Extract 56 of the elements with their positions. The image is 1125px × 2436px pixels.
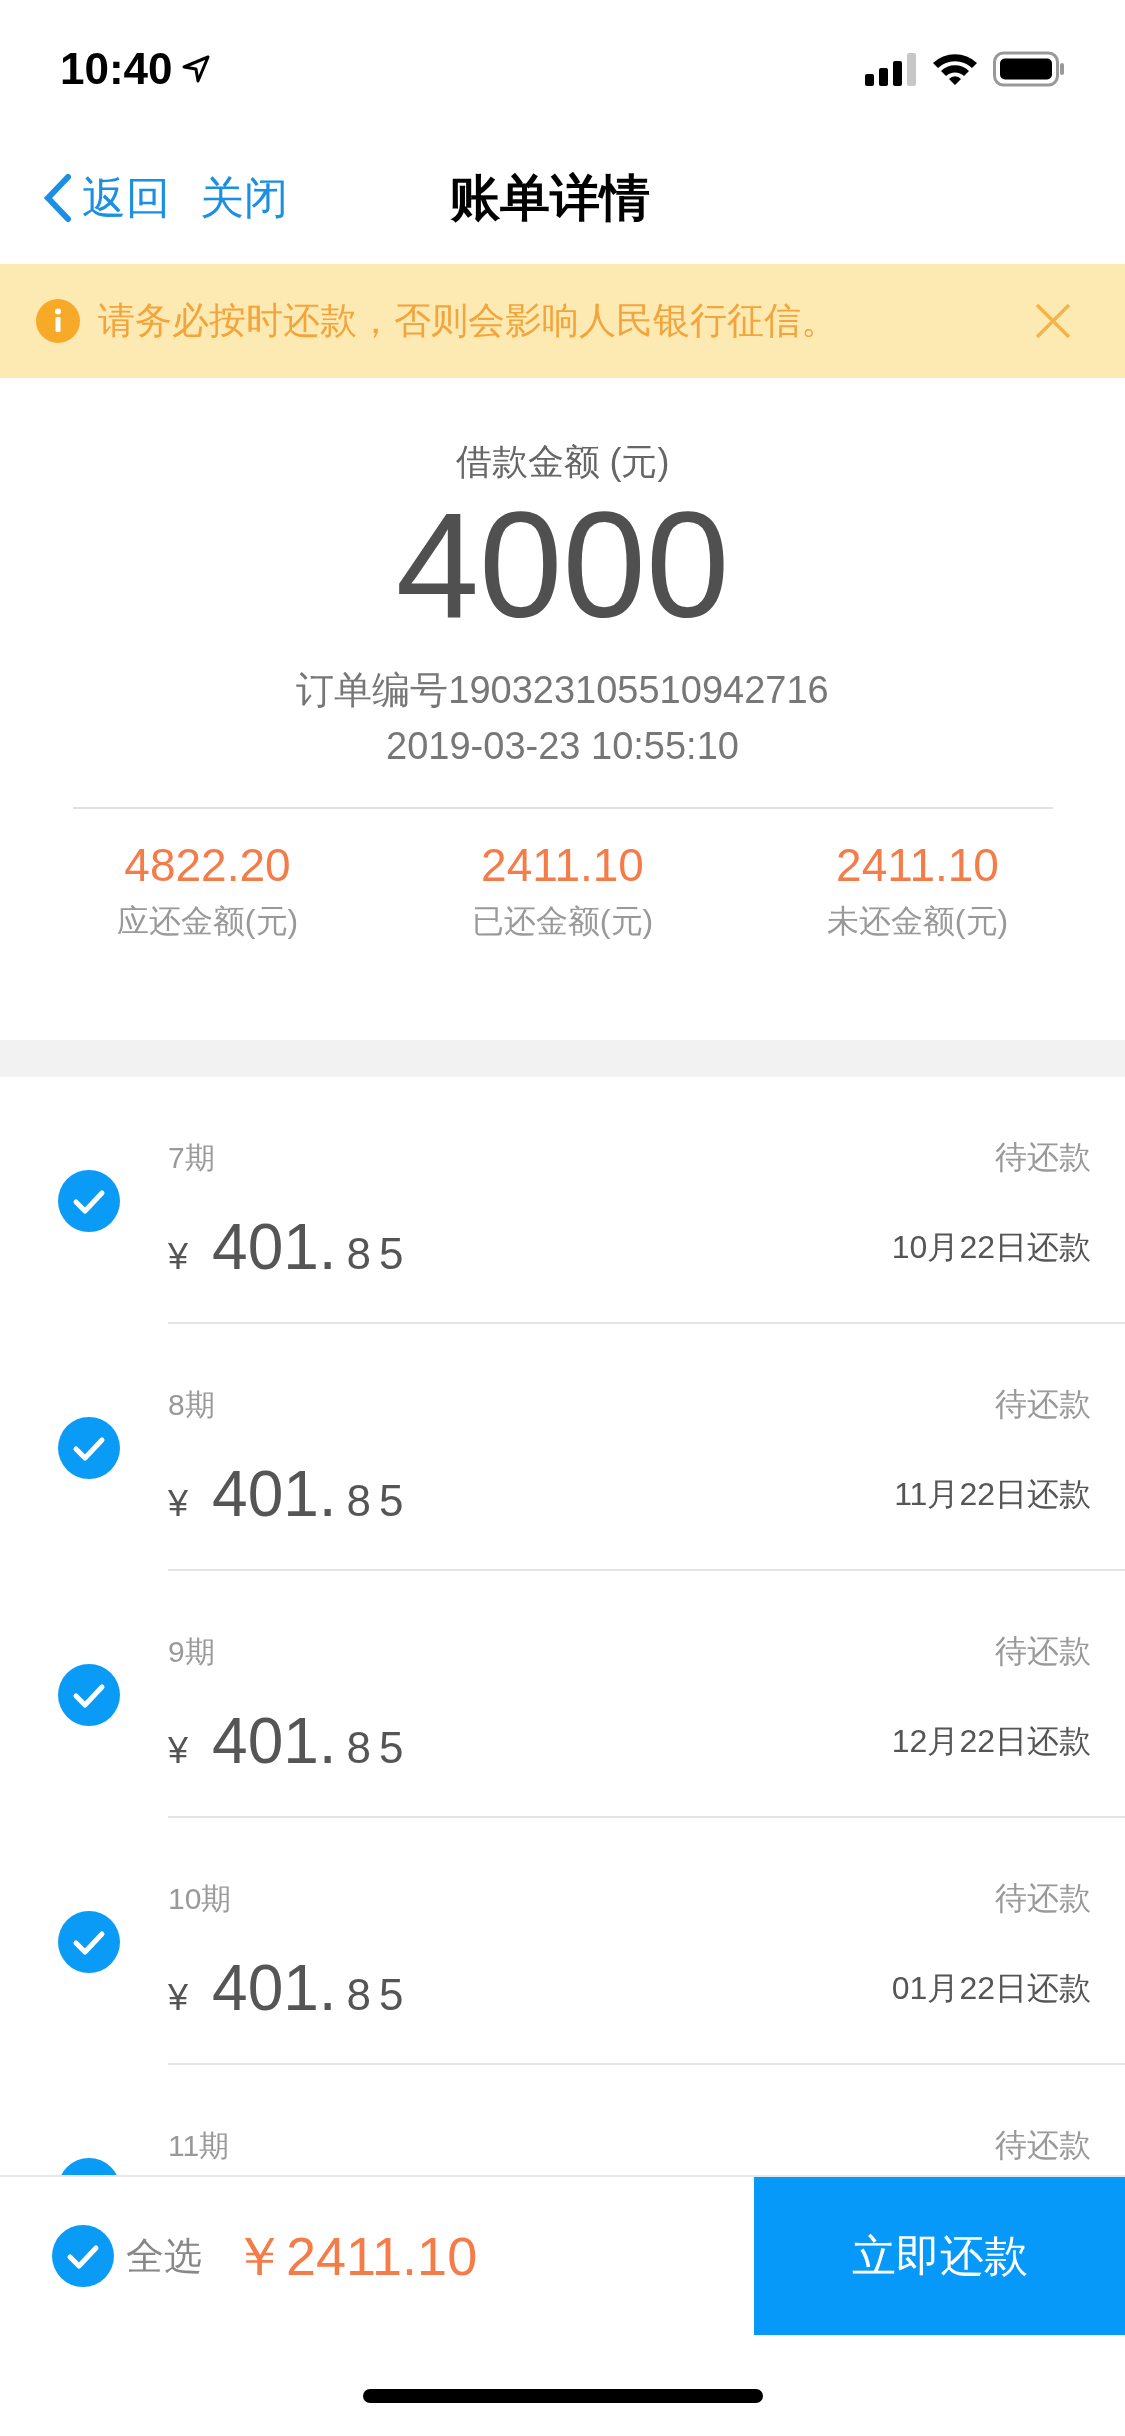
battery-icon	[993, 51, 1065, 87]
select-all-label: 全选	[126, 2233, 202, 2279]
period-label: 7期	[168, 1139, 215, 1176]
amount-decimal: 85	[346, 1969, 412, 2021]
checkbox[interactable]	[52, 2225, 114, 2287]
due-date: 12月22日还款	[891, 1722, 1091, 1761]
currency-symbol: ¥	[168, 1482, 189, 1526]
checkbox[interactable]	[58, 1416, 120, 1479]
stat-label: 已还金额(元)	[471, 902, 654, 941]
status-label: 待还款	[995, 1632, 1091, 1671]
location-arrow-icon	[180, 54, 211, 84]
close-icon[interactable]	[1033, 301, 1073, 341]
amount-integer: 401.	[212, 1951, 337, 2026]
stat-value: 2411.10	[481, 838, 644, 893]
amount-integer: 401.	[212, 1457, 337, 1532]
stat-value: 4822.20	[124, 838, 291, 893]
checkbox[interactable]	[58, 1663, 120, 1726]
currency-symbol: ¥	[168, 1729, 189, 1773]
order-datetime: 2019-03-23 10:55:10	[386, 724, 739, 769]
signal-icon	[865, 52, 917, 86]
status-label: 待还款	[995, 1879, 1091, 1918]
period-label: 10期	[168, 1880, 232, 1917]
amount-integer: 401.	[212, 1704, 337, 1779]
status-label: 待还款	[995, 1385, 1091, 1424]
due-date: 01月22日还款	[891, 1969, 1091, 2008]
stat-value: 2411.10	[836, 838, 999, 893]
currency-symbol: ¥	[168, 1235, 189, 1279]
pay-now-button[interactable]: 立即还款	[754, 2177, 1125, 2335]
period-label: 11期	[168, 2127, 230, 2164]
chevron-left-icon	[42, 174, 72, 222]
info-icon	[36, 299, 80, 343]
wifi-icon	[931, 51, 979, 87]
close-link[interactable]: 关闭	[200, 165, 288, 231]
due-date: 10月22日还款	[891, 1228, 1091, 1267]
amount-decimal: 85	[346, 1228, 412, 1280]
period-label: 8期	[168, 1386, 215, 1423]
order-number: 订单编号190323105510942716	[296, 668, 829, 713]
stat-label: 应还金额(元)	[116, 902, 299, 941]
currency-symbol: ¥	[168, 1976, 189, 2020]
amount-integer: 401.	[212, 1210, 337, 1285]
period-label: 9期	[168, 1633, 215, 1670]
checkbox[interactable]	[58, 1169, 120, 1232]
loan-amount-label: 借款金额 (元)	[455, 440, 670, 484]
status-label: 待还款	[995, 2126, 1091, 2165]
status-label: 待还款	[995, 1138, 1091, 1177]
amount-decimal: 85	[346, 1722, 412, 1774]
page-title: 账单详情	[450, 168, 650, 228]
amount-decimal: 85	[346, 1475, 412, 1527]
status-time: 10:40	[60, 43, 173, 95]
loan-amount: 4000	[395, 485, 730, 645]
total-amount: ￥2411.10	[232, 2224, 479, 2288]
due-date: 11月22日还款	[894, 1475, 1091, 1514]
back-button[interactable]: 返回	[42, 165, 170, 231]
notice-text: 请务必按时还款，否则会影响人民银行征信。	[98, 299, 839, 344]
checkbox[interactable]	[58, 1910, 120, 1973]
stat-label: 未还金额(元)	[826, 902, 1009, 941]
